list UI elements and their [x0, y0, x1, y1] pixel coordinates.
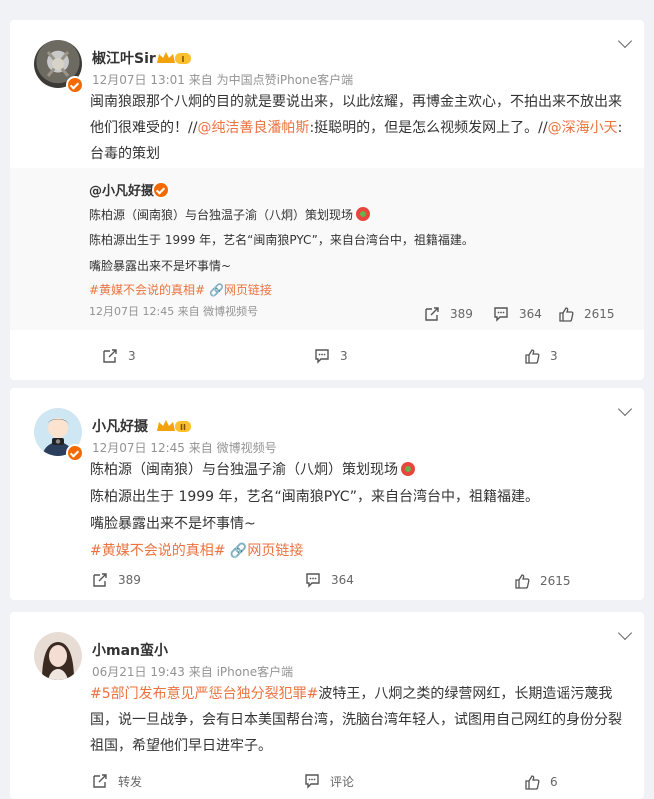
comment-icon	[314, 348, 330, 364]
post-text: 陈柏源（闽南狼）与台独温子渝（八炯）策划现场 陈柏源出生于 1999 年，艺名“…	[90, 462, 539, 559]
level-number: II	[180, 423, 186, 432]
like-button[interactable]: 2615	[514, 572, 571, 590]
repost-icon	[424, 306, 440, 322]
verified-icon	[66, 76, 84, 94]
chevron-down-icon[interactable]	[617, 625, 633, 641]
like-icon	[524, 774, 540, 790]
repost-line3: 嘴脸暴露出来不是坏事情~	[89, 259, 232, 273]
repost-button[interactable]: 转发	[92, 772, 142, 790]
fire-icon	[401, 462, 415, 476]
level-number: I	[182, 55, 185, 64]
post-card-2: 小凡好摄 II 12月07日 12:45 来自 微博视频号 陈柏源（闽南狼）与台…	[10, 388, 644, 600]
repost-button[interactable]: 389	[92, 571, 141, 589]
verified-icon	[66, 444, 84, 462]
chevron-down-icon[interactable]	[617, 33, 633, 49]
repost-repost-button[interactable]: 389	[424, 305, 473, 323]
hashtag-link[interactable]: #黄媒不会说的真相#	[90, 543, 225, 559]
author-name[interactable]: 椒江叶Sir	[92, 48, 156, 68]
mention-link[interactable]: @纯洁善良潘帕斯	[197, 120, 309, 136]
comment-button[interactable]: 364	[305, 571, 354, 589]
repost-comment-button[interactable]: 364	[493, 305, 542, 323]
like-icon	[514, 573, 530, 589]
comment-icon	[304, 773, 320, 789]
hashtag-link[interactable]: #5部门发布意见严惩台独分裂犯罪#	[90, 686, 318, 702]
comment-icon	[493, 306, 509, 322]
verified-icon	[152, 181, 170, 199]
fire-icon	[356, 207, 371, 221]
author-name[interactable]: 小凡好摄	[92, 416, 148, 436]
author-name[interactable]: 小man蛮小	[92, 640, 168, 660]
post-meta: 06月21日 19:43 来自 iPhone客户端	[92, 665, 294, 679]
comment-icon	[305, 572, 321, 588]
post-card-1: 椒江叶Sir I 12月07日 13:01 来自 为中国点赞iPhone客户端 …	[10, 20, 644, 380]
repost-icon	[92, 572, 108, 588]
hashtag-link[interactable]: #黄媒不会说的真相#	[89, 283, 205, 297]
like-button[interactable]: 3	[524, 347, 558, 365]
repost-icon	[102, 348, 118, 364]
post-text: #5部门发布意见严惩台独分裂犯罪#波特王，八炯之类的绿营网红，长期造谣污蔑我 国…	[90, 686, 622, 754]
like-button[interactable]: 6	[524, 773, 558, 791]
repost-icon	[92, 773, 108, 789]
like-icon	[558, 306, 574, 322]
web-link[interactable]: 🔗网页链接	[209, 283, 272, 297]
like-icon	[524, 348, 540, 364]
repost-box: @小凡好摄 陈柏源（闽南狼）与台独温子渝（八炯）策划现场 陈柏源出生于 1999…	[10, 168, 644, 330]
post-text: 闽南狼跟那个八炯的目的就是要说出来，以此炫耀，再博金主欢心，不拍出来不放出来 他…	[90, 94, 623, 162]
comment-button[interactable]: 3	[314, 347, 348, 365]
repost-line2: 陈柏源出生于 1999 年，艺名“闽南狼PYC”，来自台湾台中，祖籍福建。	[89, 233, 474, 247]
level-badge: I	[156, 50, 192, 64]
repost-author[interactable]: @小凡好摄	[89, 180, 154, 199]
avatar[interactable]	[34, 632, 82, 680]
chevron-down-icon[interactable]	[617, 401, 633, 417]
mention-link[interactable]: @深海小天	[548, 120, 618, 136]
level-badge: II	[156, 418, 192, 432]
repost-tags: #黄媒不会说的真相# 🔗网页链接	[89, 281, 272, 298]
post-card-3: 小man蛮小 06月21日 19:43 来自 iPhone客户端 #5部门发布意…	[10, 612, 644, 799]
web-link[interactable]: 🔗网页链接	[230, 543, 303, 559]
post-meta: 12月07日 13:01 来自 为中国点赞iPhone客户端	[92, 73, 354, 87]
repost-button[interactable]: 3	[102, 347, 136, 365]
post-meta: 12月07日 12:45 来自 微博视频号	[92, 441, 277, 455]
repost-like-button[interactable]: 2615	[558, 305, 615, 323]
comment-button[interactable]: 评论	[304, 772, 354, 790]
repost-meta: 12月07日 12:45 来自 微博视频号	[89, 305, 259, 318]
repost-line1: 陈柏源（闽南狼）与台独温子渝（八炯）策划现场	[89, 206, 371, 223]
